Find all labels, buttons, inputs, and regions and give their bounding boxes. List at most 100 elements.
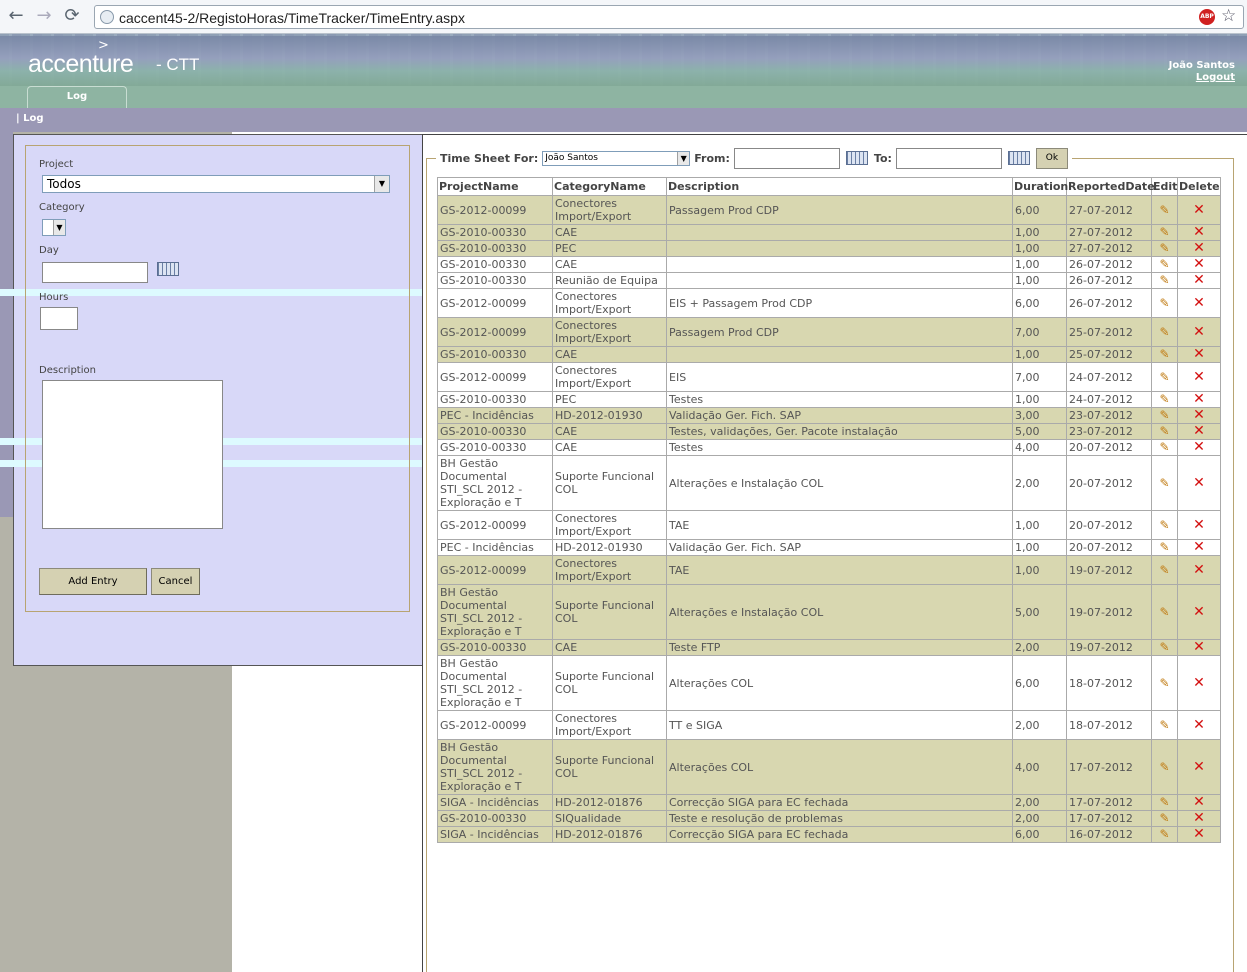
chevron-down-icon[interactable]: ▼	[374, 176, 389, 192]
cell-category: Reunião de Equipa	[552, 272, 667, 289]
cell-project: GS-2012-00099	[437, 510, 553, 540]
delete-icon[interactable]: ✕	[1193, 424, 1205, 438]
address-bar[interactable]: caccent45-2/RegistoHoras/TimeTracker/Tim…	[94, 5, 1244, 29]
delete-cell: ✕	[1177, 555, 1221, 585]
edit-icon[interactable]: ✎	[1159, 425, 1169, 438]
cell-category: Suporte Funcional COL	[552, 655, 667, 711]
edit-cell: ✎	[1151, 272, 1178, 289]
project-select[interactable]: Todos ▼	[42, 175, 390, 193]
edit-icon[interactable]: ✎	[1159, 409, 1169, 422]
delete-icon[interactable]: ✕	[1193, 408, 1205, 422]
delete-icon[interactable]: ✕	[1193, 325, 1205, 339]
column-header[interactable]: ReportedDate	[1066, 177, 1155, 196]
delete-icon[interactable]: ✕	[1193, 440, 1205, 454]
column-header[interactable]: CategoryName	[552, 177, 667, 196]
timesheet-for-label: Time Sheet For:	[440, 151, 539, 165]
cell-category: HD-2012-01876	[552, 794, 667, 811]
edit-icon[interactable]: ✎	[1159, 563, 1169, 577]
cell-duration: 2,00	[1012, 455, 1067, 511]
logout-link[interactable]: Logout	[1196, 72, 1235, 83]
edit-icon[interactable]: ✎	[1159, 348, 1169, 361]
bookmark-star-icon[interactable]: ☆	[1221, 6, 1236, 26]
delete-icon[interactable]: ✕	[1193, 392, 1205, 406]
delete-icon[interactable]: ✕	[1193, 827, 1205, 841]
hours-input[interactable]	[40, 307, 78, 330]
edit-icon[interactable]: ✎	[1159, 258, 1169, 271]
delete-icon[interactable]: ✕	[1193, 795, 1205, 809]
delete-cell: ✕	[1177, 391, 1221, 408]
cell-category: HD-2012-01930	[552, 539, 667, 556]
tab-log[interactable]: Log	[27, 86, 127, 108]
timesheet-user-select[interactable]: João Santos ▼	[542, 150, 691, 166]
add-entry-button[interactable]: Add Entry	[39, 568, 147, 595]
delete-icon[interactable]: ✕	[1193, 476, 1205, 490]
delete-icon[interactable]: ✕	[1193, 676, 1205, 690]
edit-icon[interactable]: ✎	[1159, 226, 1169, 239]
edit-icon[interactable]: ✎	[1159, 605, 1169, 619]
delete-icon[interactable]: ✕	[1193, 257, 1205, 271]
delete-icon[interactable]: ✕	[1193, 241, 1205, 255]
delete-icon[interactable]: ✕	[1193, 563, 1205, 577]
edit-cell: ✎	[1151, 224, 1178, 241]
category-select[interactable]: ▼	[42, 219, 66, 236]
delete-icon[interactable]: ✕	[1193, 640, 1205, 654]
breadcrumb[interactable]: | Log	[16, 113, 44, 124]
back-icon[interactable]: ←	[6, 6, 26, 26]
edit-icon[interactable]: ✎	[1159, 828, 1169, 841]
edit-icon[interactable]: ✎	[1159, 274, 1169, 287]
calendar-icon[interactable]	[157, 262, 179, 276]
chevron-down-icon[interactable]: ▼	[677, 151, 690, 165]
cell-category: Conectores Import/Export	[552, 710, 667, 740]
description-textarea[interactable]	[42, 380, 223, 529]
edit-icon[interactable]: ✎	[1159, 242, 1169, 255]
cell-date: 27-07-2012	[1066, 240, 1152, 257]
edit-icon[interactable]: ✎	[1159, 718, 1169, 732]
edit-icon[interactable]: ✎	[1159, 676, 1169, 690]
cell-project: GS-2010-00330	[437, 810, 553, 827]
column-header[interactable]: Duration	[1012, 177, 1068, 196]
delete-icon[interactable]: ✕	[1193, 273, 1205, 287]
edit-icon[interactable]: ✎	[1159, 203, 1169, 217]
edit-icon[interactable]: ✎	[1159, 541, 1169, 554]
edit-icon[interactable]: ✎	[1159, 796, 1169, 809]
edit-cell: ✎	[1151, 555, 1178, 585]
edit-icon[interactable]: ✎	[1159, 476, 1169, 490]
delete-icon[interactable]: ✕	[1193, 347, 1205, 361]
reload-icon[interactable]: ⟳	[62, 6, 82, 26]
edit-icon[interactable]: ✎	[1159, 441, 1169, 454]
edit-icon[interactable]: ✎	[1159, 296, 1169, 310]
cell-category: Conectores Import/Export	[552, 362, 667, 392]
delete-icon[interactable]: ✕	[1193, 203, 1205, 217]
edit-icon[interactable]: ✎	[1159, 812, 1169, 825]
from-date-input[interactable]	[733, 147, 840, 169]
to-date-input[interactable]	[895, 147, 1002, 169]
edit-icon[interactable]: ✎	[1159, 393, 1169, 406]
edit-icon[interactable]: ✎	[1159, 760, 1169, 774]
delete-icon[interactable]: ✕	[1193, 605, 1205, 619]
delete-icon[interactable]: ✕	[1193, 718, 1205, 732]
delete-icon[interactable]: ✕	[1193, 811, 1205, 825]
edit-icon[interactable]: ✎	[1159, 518, 1169, 532]
edit-icon[interactable]: ✎	[1159, 325, 1169, 339]
cell-category: HD-2012-01930	[552, 407, 667, 424]
delete-icon[interactable]: ✕	[1193, 760, 1205, 774]
delete-icon[interactable]: ✕	[1193, 370, 1205, 384]
delete-icon[interactable]: ✕	[1193, 518, 1205, 532]
delete-icon[interactable]: ✕	[1193, 540, 1205, 554]
chevron-down-icon[interactable]: ▼	[53, 220, 65, 235]
edit-icon[interactable]: ✎	[1159, 641, 1169, 654]
delete-icon[interactable]: ✕	[1193, 225, 1205, 239]
day-input[interactable]	[42, 262, 148, 283]
project-label: Project	[39, 159, 74, 170]
cell-duration: 1,00	[1012, 240, 1067, 257]
ok-button[interactable]: Ok	[1035, 147, 1068, 169]
edit-icon[interactable]: ✎	[1159, 370, 1169, 384]
calendar-icon[interactable]	[1007, 151, 1030, 165]
calendar-icon[interactable]	[845, 151, 868, 165]
adblock-icon[interactable]: ABP	[1199, 9, 1215, 25]
column-header[interactable]: ProjectName	[437, 177, 553, 196]
forward-icon[interactable]: →	[34, 6, 54, 26]
cancel-button[interactable]: Cancel	[151, 568, 200, 595]
column-header[interactable]: Description	[666, 177, 1013, 196]
delete-icon[interactable]: ✕	[1193, 296, 1205, 310]
